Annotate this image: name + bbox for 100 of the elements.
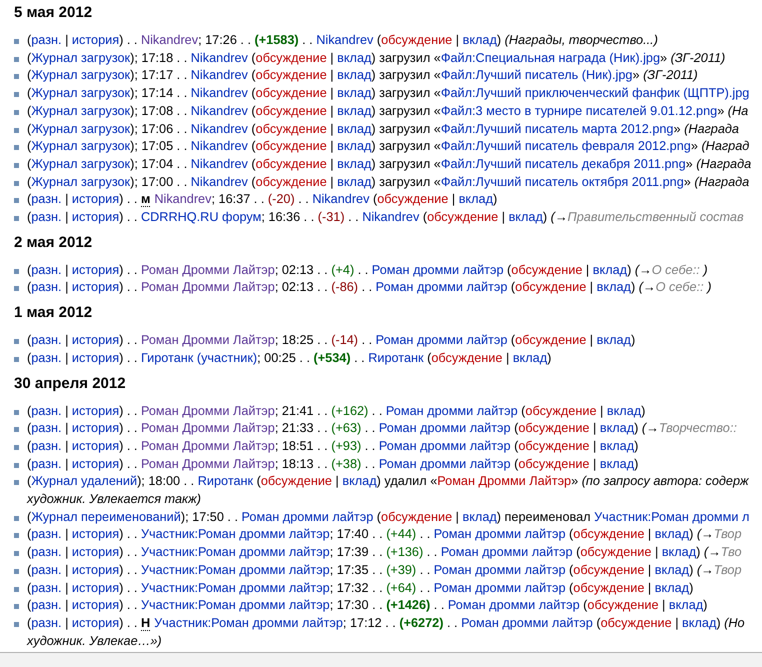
page-link[interactable]: Файл:Лучший писатель марта 2012.png [440, 122, 674, 136]
page-link[interactable]: Роман дромми лайтэр [440, 545, 573, 560]
page-link[interactable]: разн. [31, 438, 62, 453]
page-link[interactable]: Роман Дромми Лайтэр [140, 333, 275, 348]
page-link[interactable]: вклад [596, 333, 631, 348]
page-link[interactable]: разн. [31, 350, 62, 365]
section-link[interactable]: Тво [720, 545, 742, 560]
page-link[interactable]: разн. [31, 562, 62, 577]
page-link[interactable]: обсуждение [256, 122, 327, 136]
section-link[interactable]: О себе:: [656, 280, 708, 294]
page-link[interactable]: Роман дромми лайтэр [372, 262, 504, 277]
page-link[interactable]: история [72, 350, 120, 365]
page-link[interactable]: Nikandrev [316, 33, 374, 47]
page-link[interactable]: Nikandrev [190, 104, 248, 118]
page-link[interactable]: обсуждение [573, 580, 644, 595]
page-link[interactable]: история [72, 562, 120, 577]
page-link[interactable]: разн. [31, 598, 62, 612]
page-link[interactable]: обсуждение [256, 174, 327, 189]
page-link[interactable]: разн. [31, 262, 62, 277]
page-link[interactable]: вклад [337, 86, 372, 100]
page-link[interactable]: вклад [654, 562, 690, 577]
page-link[interactable]: разн. [31, 545, 62, 560]
page-link[interactable]: Журнал загрузок [31, 104, 130, 118]
page-link[interactable]: вклад [337, 174, 372, 189]
page-link[interactable]: разн. [31, 280, 62, 294]
page-link[interactable]: вклад [606, 404, 642, 418]
page-link[interactable]: Журнал загрузок [31, 156, 130, 171]
page-link[interactable]: вклад [342, 474, 377, 488]
page-link[interactable]: Файл:Лучший писатель октября 2011.png [440, 174, 684, 189]
page-link[interactable]: Nikandrev [190, 156, 248, 171]
page-link[interactable]: Роман дромми лайтэр [434, 527, 566, 542]
page-link[interactable]: вклад [337, 156, 372, 171]
page-link[interactable]: Роман дромми лайтэр [461, 616, 593, 630]
page-link[interactable]: Журнал загрузок [31, 50, 130, 65]
page-link[interactable]: вклад [592, 262, 628, 277]
section-link[interactable]: Твор [714, 562, 742, 577]
page-link[interactable]: история [72, 545, 120, 560]
page-link[interactable]: история [72, 456, 120, 471]
page-link[interactable]: Участник:Роман дромми лайтэр [140, 527, 330, 542]
page-link[interactable]: обсуждение [518, 456, 590, 471]
page-link[interactable]: обсуждение [518, 438, 590, 453]
page-link[interactable]: обсуждение [600, 616, 672, 630]
page-link[interactable]: обсуждение [260, 474, 332, 488]
page-link[interactable]: Участник:Роман дромми лайтэр [140, 545, 330, 560]
page-link[interactable]: Nikandrev [312, 192, 370, 206]
page-link[interactable]: Роман Дромми Лайтэр [140, 262, 275, 277]
page-link[interactable]: обсуждение [256, 68, 327, 82]
page-link[interactable]: Роман дромми лайтэр [386, 404, 518, 418]
page-link[interactable]: обсуждение [256, 104, 327, 118]
page-link[interactable]: обсуждение [518, 421, 590, 436]
page-link[interactable]: обсуждение [256, 156, 327, 171]
page-link[interactable]: Роман дромми лайтэр [378, 421, 511, 436]
page-link[interactable]: обсуждение [256, 86, 327, 100]
page-link[interactable]: Файл:Лучший писатель февраля 2012.png [440, 139, 691, 154]
page-link[interactable]: Журнал загрузок [31, 174, 130, 189]
page-link[interactable]: разн. [31, 192, 62, 206]
page-link[interactable]: Nikandrev [190, 174, 248, 189]
page-link[interactable]: Роман дромми лайтэр [376, 333, 508, 348]
page-link[interactable]: разн. [31, 333, 62, 348]
page-link[interactable]: история [72, 527, 120, 542]
page-link[interactable]: Nikandrev [190, 122, 248, 136]
page-link[interactable]: Роман дромми лайтэр [378, 456, 511, 471]
page-link[interactable]: история [72, 192, 120, 206]
page-link[interactable]: вклад [337, 104, 372, 118]
page-link[interactable]: обсуждение [381, 33, 452, 47]
page-link[interactable]: история [72, 438, 120, 453]
page-link[interactable]: обсуждение [587, 598, 659, 612]
page-link[interactable]: обсуждение [431, 350, 502, 365]
page-link[interactable]: обсуждение [515, 280, 586, 294]
page-link[interactable]: Роман Дромми Лайтэр [140, 404, 275, 418]
page-link[interactable]: Журнал загрузок [31, 86, 130, 100]
page-link[interactable]: Файл:Лучший писатель (Ник).jpg [440, 68, 632, 82]
page-link[interactable]: вклад [462, 510, 497, 524]
page-link[interactable]: Файл:Лучший приключенческий фанфик (ЩПТР).jpg [440, 86, 750, 100]
page-link[interactable]: обсуждение [381, 510, 452, 524]
page-link[interactable]: Участник:Роман дромми лайтэр [140, 580, 330, 595]
page-link[interactable]: Роман дромми лайтэр [434, 562, 566, 577]
page-link[interactable]: Nikandrev [190, 50, 248, 65]
page-link[interactable]: обсуждение [515, 333, 586, 348]
section-link[interactable]: Творчество:: [658, 421, 737, 436]
page-link[interactable]: разн. [31, 33, 62, 47]
page-link[interactable]: Участник:Роман дромми л [594, 510, 750, 524]
page-link[interactable]: вклад [458, 192, 493, 206]
page-link[interactable]: Роман Дромми Лайтэр [140, 456, 275, 471]
page-link[interactable]: история [72, 580, 120, 595]
page-link[interactable]: Rиротанк [198, 474, 254, 488]
page-link[interactable]: Роман Дромми Лайтэр [140, 438, 275, 453]
page-link[interactable]: обсуждение [511, 262, 582, 277]
page-link[interactable]: Nikandrev [190, 139, 248, 154]
page-link[interactable]: вклад [654, 527, 690, 542]
page-link[interactable]: CDRRHQ.RU форум [140, 210, 262, 224]
page-link[interactable]: Участник:Роман дромми лайтэр [140, 598, 330, 612]
page-link[interactable]: обсуждение [573, 562, 644, 577]
page-link[interactable]: вклад [600, 438, 634, 453]
page-link[interactable]: вклад [596, 280, 631, 294]
page-link[interactable]: вклад [512, 350, 548, 365]
page-link[interactable]: обсуждение [580, 545, 652, 560]
page-link[interactable]: вклад [654, 580, 690, 595]
page-link[interactable]: Роман Дромми Лайтэр [140, 421, 275, 436]
page-link[interactable]: вклад [462, 33, 497, 47]
